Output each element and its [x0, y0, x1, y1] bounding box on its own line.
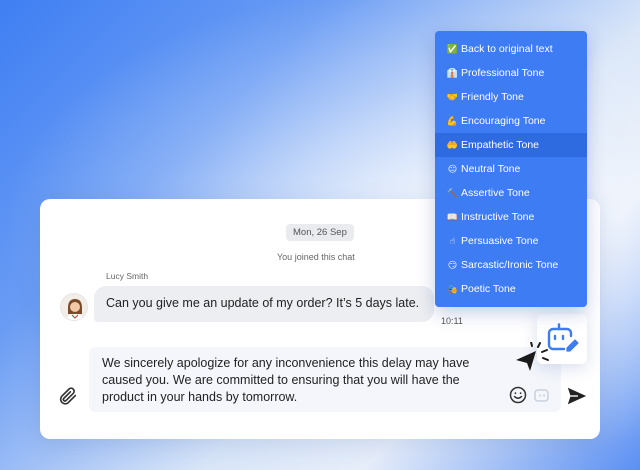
tone-label: Friendly Tone: [461, 91, 524, 103]
tone-label: Back to original text: [461, 43, 553, 55]
date-separator: Mon, 26 Sep: [286, 224, 354, 241]
tone-label: Sarcastic/Ironic Tone: [461, 259, 559, 271]
tone-menu-item[interactable]: 🔨 Assertive Tone: [435, 181, 587, 205]
tone-emoji-icon: 😏: [447, 259, 458, 270]
tone-menu-item[interactable]: 🎭 Poetic Tone: [435, 277, 587, 301]
sender-name: Lucy Smith: [106, 271, 149, 281]
incoming-message-bubble: Can you give me an update of my order? I…: [94, 286, 434, 322]
tone-label: Empathetic Tone: [461, 139, 540, 151]
tone-label: Encouraging Tone: [461, 115, 546, 127]
smiley-icon[interactable]: [508, 385, 528, 405]
tone-menu: ✅ Back to original text 👔 Professional Tone…: [435, 31, 587, 307]
system-message: You joined this chat: [277, 252, 355, 262]
tone-menu-item[interactable]: 🤝 Friendly Tone: [435, 85, 587, 109]
tone-menu-item[interactable]: 👔 Professional Tone: [435, 61, 587, 85]
tone-emoji-icon: 💪: [446, 115, 459, 126]
tone-label: Persuasive Tone: [461, 235, 539, 247]
tone-emoji-icon: 🔨: [446, 187, 459, 198]
tone-emoji-icon: 😐: [447, 163, 458, 174]
mouse-cursor-icon: [510, 341, 552, 378]
tone-menu-item[interactable]: 💪 Encouraging Tone: [435, 109, 587, 133]
tone-label: Poetic Tone: [461, 283, 516, 295]
tone-menu-item[interactable]: 😏 Sarcastic/Ironic Tone: [435, 253, 587, 277]
tone-menu-item[interactable]: ☝ Persuasive Tone: [435, 229, 587, 253]
tone-menu-item[interactable]: 😐 Neutral Tone: [435, 157, 587, 181]
draft-text[interactable]: We sincerely apologize for any inconveni…: [102, 355, 502, 406]
tone-emoji-icon: 🤲: [446, 139, 459, 150]
tone-emoji-icon: 📖: [446, 211, 459, 222]
tone-emoji-icon: 👔: [446, 67, 459, 78]
tone-label: Neutral Tone: [461, 163, 521, 175]
tone-menu-item[interactable]: 📖 Instructive Tone: [435, 205, 587, 229]
tone-label: Assertive Tone: [461, 187, 530, 199]
avatar-portrait: [61, 294, 87, 320]
tone-label: Professional Tone: [461, 67, 545, 79]
message-input[interactable]: We sincerely apologize for any inconveni…: [89, 347, 561, 412]
send-icon[interactable]: [566, 385, 588, 407]
message-timestamp: 10:11: [441, 316, 463, 326]
paperclip-icon[interactable]: [57, 385, 79, 407]
tone-label: Instructive Tone: [461, 211, 535, 223]
tone-emoji-icon: ✅: [446, 43, 459, 54]
avatar: [60, 293, 88, 321]
tone-menu-item[interactable]: 🤲 Empathetic Tone: [435, 133, 587, 157]
tone-menu-item[interactable]: ✅ Back to original text: [435, 37, 587, 61]
tone-emoji-icon: ☝: [449, 235, 456, 246]
ai-assistant-icon[interactable]: [532, 386, 552, 406]
tone-emoji-icon: 🤝: [446, 91, 459, 102]
tone-emoji-icon: 🎭: [446, 283, 459, 294]
